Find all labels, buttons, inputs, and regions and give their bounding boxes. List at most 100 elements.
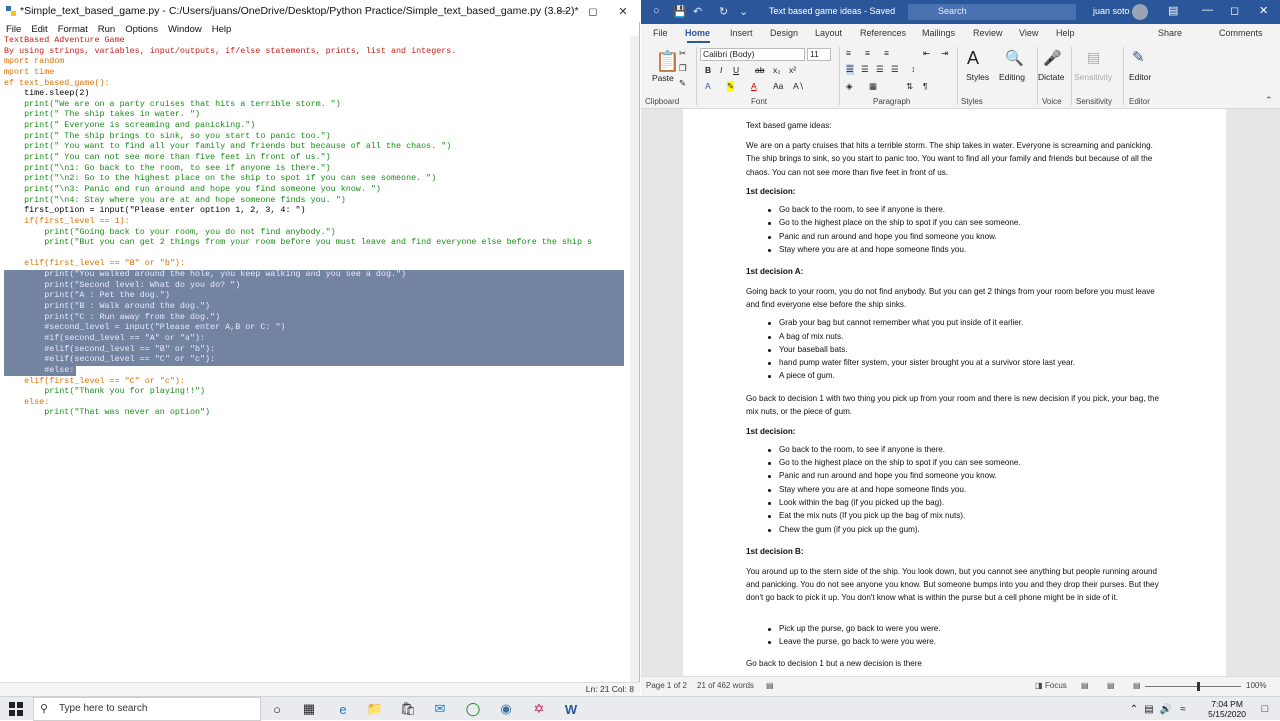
clear-format-icon[interactable]: A∖ (793, 81, 804, 92)
focus-icon[interactable]: ◨ (1035, 681, 1043, 690)
close-icon[interactable]: ✕ (608, 0, 638, 22)
code-line[interactable]: print("B : Walk around the dog.") (4, 301, 629, 312)
code-line[interactable]: print("We are on a party cruises that hi… (4, 99, 629, 110)
font-grow-icon[interactable]: Aa (773, 81, 783, 91)
editor-icon[interactable]: ✎ (1132, 48, 1145, 66)
code-line[interactable]: print("But you can get 2 things from you… (4, 237, 629, 248)
code-line[interactable]: first_option = input("Please enter optio… (4, 205, 629, 216)
python-idle-taskbar-icon[interactable]: ◉ (497, 700, 515, 718)
task-view-icon[interactable]: ▦ (300, 700, 318, 718)
code-line[interactable]: #if(second_level == "A" or "a"): (4, 333, 629, 344)
code-line[interactable]: print("\n3: Panic and run around and hop… (4, 184, 629, 195)
font-name-select[interactable]: Calibri (Body) (700, 48, 805, 61)
edge-icon[interactable]: e (334, 700, 352, 718)
word-maximize-icon[interactable]: ◻ (1230, 4, 1239, 17)
font-color-icon[interactable]: A (751, 81, 757, 91)
code-line[interactable]: print("Second level: What do you do? ") (4, 280, 629, 291)
bold-icon[interactable]: B (705, 65, 711, 75)
superscript-icon[interactable]: x² (789, 65, 796, 75)
text-effects-icon[interactable]: A (705, 81, 711, 91)
paste-icon[interactable]: 📋 (655, 49, 680, 74)
code-line[interactable]: #elif(second_level == "C" or "c"): (4, 354, 629, 365)
code-line[interactable]: print("Going back to your room, you do n… (4, 227, 629, 238)
dictate-button[interactable]: Dictate (1038, 72, 1064, 82)
focus-button[interactable]: Focus (1045, 681, 1067, 690)
code-line[interactable]: #elif(second_level == "B" or "b"): (4, 344, 629, 355)
menu-edit[interactable]: Edit (31, 24, 47, 35)
tab-file[interactable]: File (653, 28, 668, 38)
align-right-icon[interactable]: ☰ (876, 64, 884, 75)
code-line[interactable]: print("\n2: Go to the highest place on t… (4, 173, 629, 184)
sensitivity-icon[interactable]: ▤ (1087, 49, 1100, 66)
customize-icon[interactable]: ⌄ (739, 5, 748, 18)
styles-button[interactable]: Styles (966, 72, 989, 82)
code-line[interactable]: #else: (4, 365, 629, 376)
format-painter-icon[interactable]: ✎ (679, 78, 686, 89)
web-layout-icon[interactable]: ▤ (1133, 681, 1141, 690)
windows-start-icon[interactable] (8, 701, 24, 717)
borders-icon[interactable]: ▦ (869, 81, 877, 92)
autosave-icon[interactable]: ○ (653, 5, 660, 17)
code-line[interactable]: ef text_based_game(): (4, 78, 629, 89)
code-line[interactable]: elif(first_level == "C" or "c"): (4, 376, 629, 387)
file-explorer-icon[interactable]: 📁 (366, 700, 384, 718)
code-line[interactable]: elif(first_level == "B" or "b"): (4, 258, 629, 269)
wifi-icon[interactable]: ≈ (1174, 700, 1192, 718)
sort-icon[interactable]: ⇅ (906, 81, 913, 92)
xbox-icon[interactable]: ◯ (464, 700, 482, 718)
code-line[interactable]: if(first_level == 1): (4, 216, 629, 227)
increase-indent-icon[interactable]: ⇥ (941, 48, 948, 59)
tab-home[interactable]: Home (685, 28, 710, 38)
strikethrough-icon[interactable]: ab (755, 65, 764, 75)
code-line[interactable]: print("\n1: Go back to the room, to see … (4, 163, 629, 174)
paste-button[interactable]: Paste (652, 73, 674, 83)
document-page[interactable]: Text based game ideas: We are on a party … (683, 109, 1226, 676)
ribbon-display-icon[interactable]: ▤ (1168, 4, 1178, 17)
code-line[interactable]: print(" Everyone is screaming and panick… (4, 120, 629, 131)
code-line[interactable]: print(" The ship brings to sink, so you … (4, 131, 629, 142)
numbering-icon[interactable]: ≡ (865, 48, 870, 58)
redo-icon[interactable]: ↻ (719, 5, 728, 18)
mail-icon[interactable]: ✉ (431, 700, 449, 718)
code-line[interactable]: print("Thank you for playing!!") (4, 386, 629, 397)
sensitivity-button[interactable]: Sensitivity (1074, 72, 1112, 82)
tab-insert[interactable]: Insert (730, 28, 753, 38)
copy-icon[interactable]: ❐ (679, 63, 687, 74)
tab-view[interactable]: View (1019, 28, 1038, 38)
editing-button[interactable]: Editing (999, 72, 1025, 82)
zoom-slider[interactable] (1145, 686, 1241, 687)
notifications-icon[interactable]: □ (1256, 700, 1274, 718)
code-line[interactable]: time.sleep(2) (4, 88, 629, 99)
code-line[interactable]: print(" You want to find all your family… (4, 141, 629, 152)
word-count[interactable]: 21 of 462 words (697, 681, 754, 690)
proofing-icon[interactable]: ▤ (766, 681, 774, 690)
highlight-icon[interactable]: ✎ (727, 81, 735, 92)
document-area[interactable]: Text based game ideas: We are on a party … (641, 109, 1280, 676)
minimize-icon[interactable]: — (548, 0, 578, 22)
word-close-icon[interactable]: ✕ (1259, 4, 1268, 17)
justify-icon[interactable]: ☰ (891, 64, 899, 75)
cut-icon[interactable]: ✂ (679, 48, 686, 59)
bullets-icon[interactable]: ≡ (846, 48, 851, 58)
code-line[interactable]: TextBased Adventure Game (4, 35, 629, 46)
code-line[interactable]: print("You walked around the hole, you k… (4, 269, 629, 280)
menu-window[interactable]: Window (168, 24, 202, 35)
menu-format[interactable]: Format (58, 24, 88, 35)
line-spacing-icon[interactable]: ↕ (911, 64, 915, 74)
align-left-icon[interactable]: ☰ (846, 64, 854, 75)
code-line[interactable]: print("\n4: Stay where you are at and ho… (4, 195, 629, 206)
share-button[interactable]: Share (1158, 28, 1182, 38)
tab-references[interactable]: References (860, 28, 906, 38)
volume-icon[interactable]: 🔊 (1157, 700, 1175, 718)
page-count[interactable]: Page 1 of 2 (646, 681, 687, 690)
zoom-thumb[interactable] (1197, 682, 1200, 691)
editor-button[interactable]: Editor (1129, 72, 1151, 82)
network-icon[interactable]: ▤ (1140, 700, 1158, 718)
code-line[interactable] (4, 248, 629, 259)
word-search-box[interactable]: Search (908, 4, 1076, 20)
menu-run[interactable]: Run (98, 24, 115, 35)
idle-scrollbar[interactable] (630, 36, 639, 682)
zoom-level[interactable]: 100% (1246, 681, 1266, 690)
tab-design[interactable]: Design (770, 28, 798, 38)
tab-mailings[interactable]: Mailings (922, 28, 955, 38)
